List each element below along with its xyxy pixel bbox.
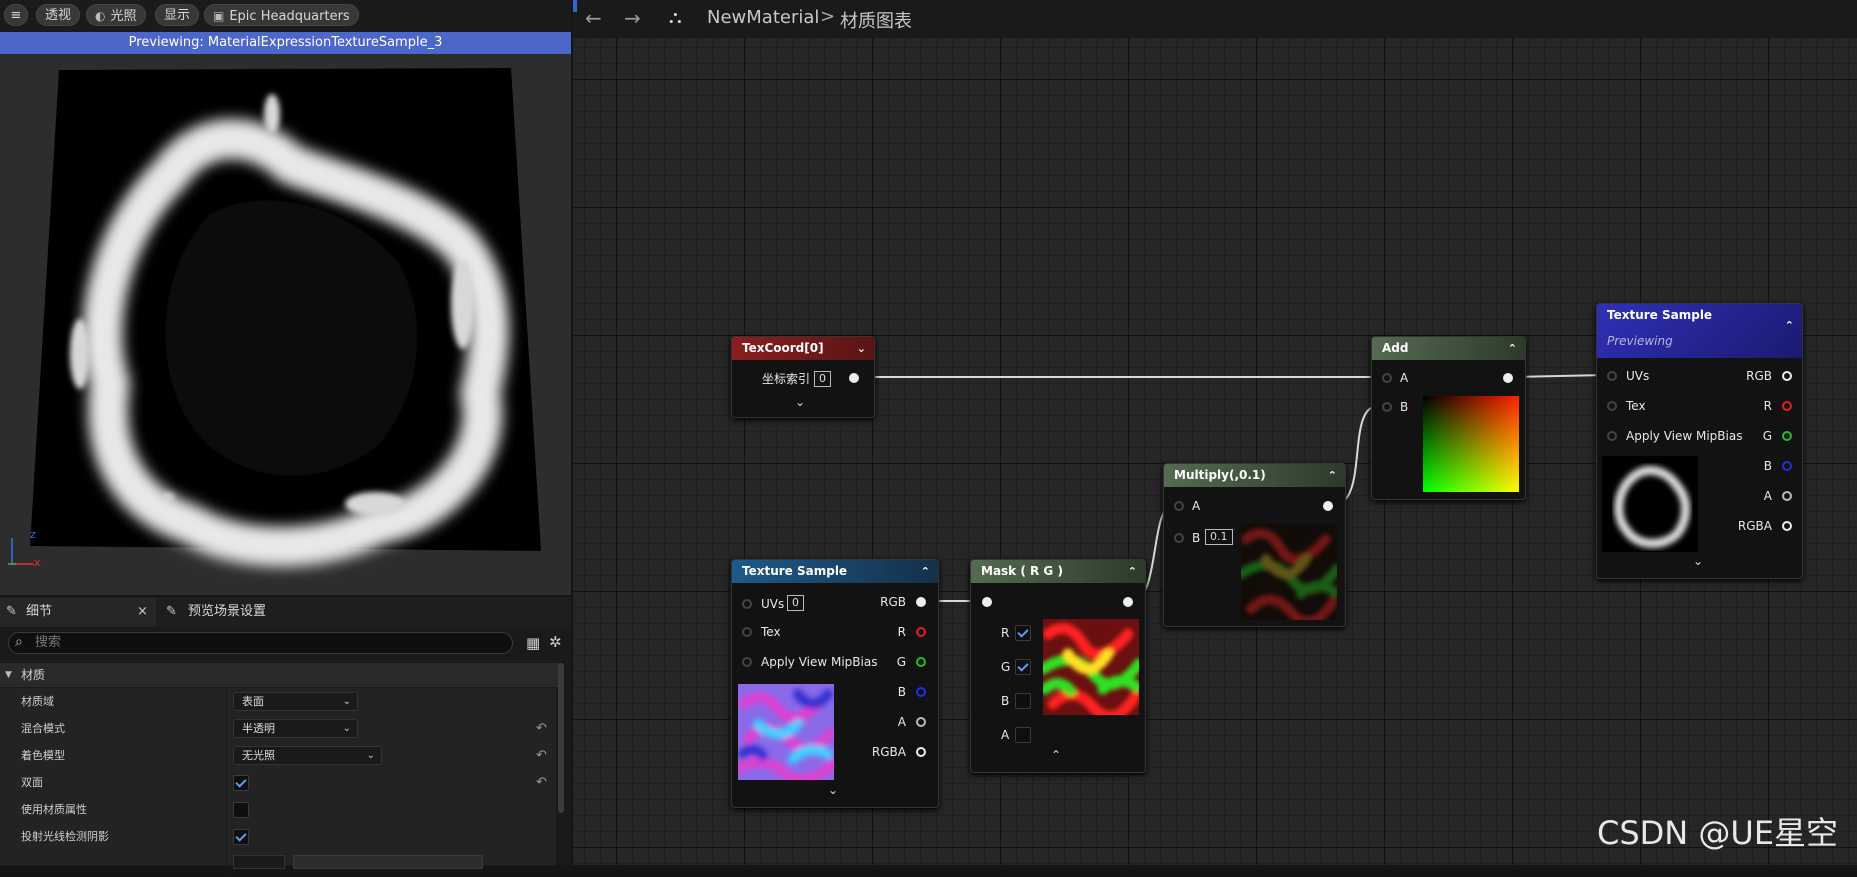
channel-label: B	[1001, 694, 1010, 708]
output-pin-r[interactable]	[1782, 401, 1792, 411]
channel-b-checkbox[interactable]	[1015, 693, 1031, 709]
pin-label: G	[1762, 429, 1772, 443]
pin-label: R	[1763, 399, 1772, 413]
pin-label: A	[897, 715, 906, 729]
collapse-chevron-icon[interactable]: ⌃	[1785, 314, 1794, 337]
input-pin-mipbias[interactable]	[1607, 431, 1617, 441]
pin-label: B	[1192, 531, 1201, 545]
expand-chevron-icon[interactable]: ⌄	[828, 783, 838, 797]
b-value-input[interactable]: 0.1	[1205, 529, 1233, 545]
channel-r-checkbox[interactable]	[1015, 625, 1031, 641]
output-pin[interactable]	[1323, 501, 1333, 511]
output-pin-a[interactable]	[916, 717, 926, 727]
previewing-label: Previewing	[1607, 334, 1673, 348]
output-pin[interactable]	[1503, 373, 1513, 383]
output-pin-rgb[interactable]	[1782, 371, 1792, 381]
pin-label: A	[1763, 489, 1772, 503]
output-pin-rgba[interactable]	[1782, 521, 1792, 531]
collapse-chevron-icon[interactable]: ⌃	[1328, 464, 1337, 487]
node-header[interactable]: TexCoord[0] ⌄	[732, 337, 874, 360]
node-title: TexCoord[0]	[742, 341, 824, 355]
node-title: Mask ( R G )	[981, 564, 1063, 578]
output-pin[interactable]	[849, 373, 859, 383]
output-pin-rgb[interactable]	[916, 597, 926, 607]
pin-label: G	[896, 655, 906, 669]
node-title: Texture Sample	[742, 564, 848, 578]
node-header[interactable]: Texture Sample ⌃ Previewing	[1597, 304, 1802, 358]
pin-label: Apply View MipBias	[1626, 429, 1743, 443]
node-header[interactable]: Multiply(,0.1) ⌃	[1164, 464, 1345, 487]
input-pin-uvs[interactable]	[1607, 371, 1617, 381]
node-header[interactable]: Add ⌃	[1372, 337, 1525, 360]
output-pin[interactable]	[1123, 597, 1133, 607]
pin-label: Apply View MipBias	[761, 655, 878, 669]
node-add[interactable]: Add ⌃ A B	[1371, 336, 1526, 500]
input-pin-uvs[interactable]	[742, 599, 752, 609]
collapse-chevron-icon[interactable]: ⌃	[921, 560, 930, 583]
pin-label: Tex	[761, 625, 781, 639]
pin-label: B	[1400, 400, 1409, 414]
pin-label: RGBA	[1737, 519, 1772, 533]
output-pin-r[interactable]	[916, 627, 926, 637]
output-pin-b[interactable]	[916, 687, 926, 697]
channel-label: G	[1001, 660, 1011, 674]
pin-label: UVs	[761, 597, 785, 611]
node-mask[interactable]: Mask ( R G ) ⌃ R G B A ⌃	[970, 559, 1146, 773]
pin-label: B	[897, 685, 906, 699]
coordinate-index-label: 坐标索引	[762, 372, 811, 386]
channel-a-checkbox[interactable]	[1015, 727, 1031, 743]
pin-label: A	[1400, 371, 1409, 385]
input-pin[interactable]	[982, 597, 992, 607]
expand-chevron-icon[interactable]: ⌄	[1693, 554, 1703, 568]
collapse-chevron-icon[interactable]: ⌃	[1051, 748, 1061, 762]
node-title: Add	[1382, 341, 1409, 355]
coordinate-index-input[interactable]: 0	[814, 371, 831, 387]
texture-thumbnail	[1602, 456, 1698, 552]
input-pin-a[interactable]	[1174, 501, 1184, 511]
input-pin-tex[interactable]	[1607, 401, 1617, 411]
input-pin-a[interactable]	[1382, 373, 1392, 383]
node-header[interactable]: Texture Sample ⌃	[732, 560, 938, 583]
input-pin-b[interactable]	[1382, 402, 1392, 412]
node-title: Texture Sample	[1607, 308, 1713, 322]
pin-label: R	[897, 625, 906, 639]
input-pin-tex[interactable]	[742, 627, 752, 637]
pin-label: B	[1763, 459, 1772, 473]
add-thumbnail	[1423, 396, 1519, 492]
pin-label: A	[1192, 499, 1201, 513]
channel-label: A	[1001, 728, 1010, 742]
mask-thumbnail	[1043, 619, 1139, 715]
multiply-thumbnail	[1241, 524, 1337, 620]
pin-label: RGBA	[871, 745, 906, 759]
output-pin-rgba[interactable]	[916, 747, 926, 757]
input-pin-b[interactable]	[1174, 533, 1184, 543]
node-texcoord[interactable]: TexCoord[0] ⌄ 坐标索引 0 ⌄	[731, 336, 875, 418]
texture-thumbnail	[738, 684, 834, 780]
node-header[interactable]: Mask ( R G ) ⌃	[971, 560, 1145, 583]
node-multiply[interactable]: Multiply(,0.1) ⌃ A B 0.1	[1163, 463, 1346, 627]
collapse-chevron-icon[interactable]: ⌃	[1128, 560, 1137, 583]
uvs-value-input[interactable]: 0	[787, 595, 804, 611]
node-texture-sample-left[interactable]: Texture Sample ⌃ UVs 0 Tex Apply View Mi…	[731, 559, 939, 808]
pin-label: Tex	[1626, 399, 1646, 413]
output-pin-b[interactable]	[1782, 461, 1792, 471]
pin-label: RGB	[880, 595, 906, 609]
collapse-chevron-icon[interactable]: ⌃	[1508, 337, 1517, 360]
channel-g-checkbox[interactable]	[1015, 659, 1031, 675]
output-pin-g[interactable]	[1782, 431, 1792, 441]
chevron-down-icon[interactable]: ⌄	[857, 337, 866, 360]
pin-label: UVs	[1626, 369, 1650, 383]
node-texture-sample-right[interactable]: Texture Sample ⌃ Previewing UVs Tex Appl…	[1596, 303, 1803, 579]
output-pin-g[interactable]	[916, 657, 926, 667]
pin-label: RGB	[1746, 369, 1772, 383]
input-pin-mipbias[interactable]	[742, 657, 752, 667]
expand-chevron-icon[interactable]: ⌄	[795, 395, 805, 409]
channel-label: R	[1001, 626, 1010, 640]
watermark-text: CSDN @UE星空	[1597, 814, 1839, 852]
node-title: Multiply(,0.1)	[1174, 468, 1266, 482]
output-pin-a[interactable]	[1782, 491, 1792, 501]
